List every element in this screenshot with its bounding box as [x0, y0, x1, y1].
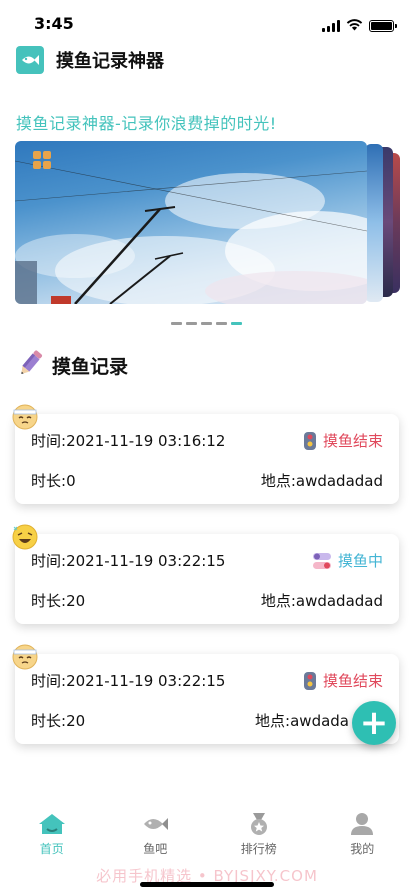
carousel-dot[interactable]	[216, 322, 227, 325]
record-card[interactable]: 时间:2021-11-19 03:16:12 摸鱼结束 时长:0 地点:awda…	[15, 414, 399, 504]
record-duration: 时长:20	[31, 592, 86, 610]
carousel-dot-active[interactable]	[231, 322, 242, 325]
record-duration: 时长:0	[31, 472, 76, 490]
tab-fish-bar[interactable]: 鱼吧	[104, 812, 208, 872]
record-location: 地点:awdadadad	[260, 472, 383, 490]
fish-icon	[144, 818, 169, 830]
traffic-light-icon	[303, 431, 316, 450]
record-status: 摸鱼结束	[303, 430, 383, 451]
record-duration: 时长:20	[31, 712, 86, 730]
home-indicator[interactable]	[140, 882, 274, 887]
tab-ranking[interactable]: 排行榜	[207, 812, 311, 872]
section-header: 摸鱼记录	[16, 348, 128, 382]
fish-logo-icon	[16, 46, 44, 74]
record-time: 时间:2021-11-19 03:22:15	[31, 552, 226, 570]
add-record-button[interactable]: +	[352, 701, 396, 745]
record-status: 摸鱼中	[312, 550, 383, 571]
banner-stack-card	[365, 144, 383, 302]
record-location: 地点:awdada	[255, 712, 349, 730]
tab-profile[interactable]: 我的	[311, 812, 414, 872]
plus-icon: +	[359, 703, 389, 743]
pencil-icon	[16, 348, 44, 382]
status-time: 3:45	[34, 14, 74, 33]
grid-icon	[33, 151, 51, 169]
emoji-tired-icon	[12, 644, 38, 670]
app-header: 摸鱼记录神器	[16, 44, 164, 76]
carousel-dot[interactable]	[171, 322, 182, 325]
home-icon	[38, 814, 65, 834]
record-time: 时间:2021-11-19 03:22:15	[31, 672, 226, 690]
bottom-tab-bar: 首页 鱼吧 排行榜 我的	[0, 812, 414, 872]
traffic-light-icon	[303, 671, 316, 690]
status-icons	[322, 16, 397, 35]
section-title: 摸鱼记录	[52, 355, 129, 378]
app-screen: 3:45 摸鱼记录神器 摸鱼记录神器-记录你浪费掉的时光! 摸鱼记录 时间:20…	[0, 0, 414, 896]
carousel-dot[interactable]	[201, 322, 212, 325]
app-title: 摸鱼记录神器	[56, 51, 164, 72]
banner-slide[interactable]	[15, 141, 367, 304]
emoji-tired-icon	[12, 404, 38, 430]
record-status: 摸鱼结束	[303, 670, 383, 691]
record-time: 时间:2021-11-19 03:16:12	[31, 432, 226, 450]
battery-icon	[369, 19, 397, 32]
slogan-text: 摸鱼记录神器-记录你浪费掉的时光!	[16, 114, 277, 133]
status-bar: 3:45	[0, 0, 414, 44]
profile-icon	[351, 813, 374, 835]
carousel-dots	[171, 322, 242, 325]
wifi-icon	[346, 16, 363, 35]
record-card[interactable]: 时间:2021-11-19 03:22:15 摸鱼结束 时长:20 地点:awd…	[15, 654, 399, 744]
ranking-medal-icon	[250, 813, 267, 835]
record-location: 地点:awdadadad	[260, 592, 383, 610]
carousel-dot[interactable]	[186, 322, 197, 325]
signal-icon	[322, 19, 340, 32]
record-card[interactable]: 时间:2021-11-19 03:22:15 摸鱼中 时长:20 地点:awda…	[15, 534, 399, 624]
tab-home[interactable]: 首页	[0, 812, 104, 872]
toggle-icon	[312, 552, 331, 569]
banner-sky-illustration	[15, 160, 367, 304]
emoji-laughing-icon	[12, 524, 38, 550]
banner-carousel[interactable]	[15, 141, 400, 306]
